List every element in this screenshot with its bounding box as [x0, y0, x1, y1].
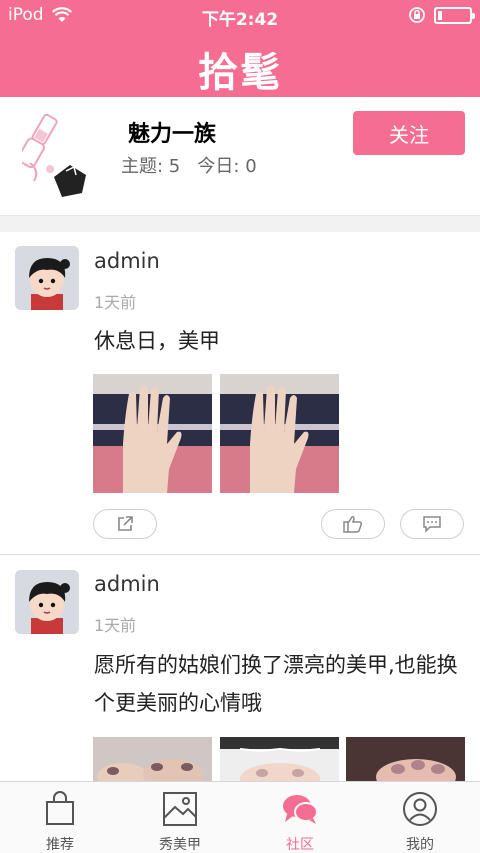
- title-bar: 拾髦: [0, 32, 480, 97]
- board-header: 魅力一族 主题: 5 今日: 0 关注: [0, 97, 480, 215]
- page-title: 拾髦: [198, 50, 282, 96]
- post-card[interactable]: admin 1天前 休息日，美甲: [0, 232, 480, 554]
- follow-button[interactable]: 关注: [353, 111, 465, 155]
- tab-recommend[interactable]: 推荐: [0, 782, 120, 853]
- post-image[interactable]: [220, 374, 339, 493]
- tab-bar: 推荐 秀美甲 社区 我的: [0, 781, 480, 853]
- chat-bubbles-icon: [283, 795, 318, 824]
- avatar[interactable]: [15, 570, 79, 634]
- tab-mine[interactable]: 我的: [360, 782, 480, 853]
- avatar-image: [15, 570, 79, 634]
- avatar-image: [15, 246, 79, 310]
- tab-label: 我的: [406, 837, 434, 853]
- tab-label: 社区: [286, 837, 314, 853]
- nail-polish-icon: [22, 113, 86, 197]
- post-image[interactable]: [220, 737, 339, 785]
- post-text: 愿所有的姑娘们换了漂亮的美甲,也能换个更美丽的心情哦: [94, 653, 458, 715]
- tab-show-nails[interactable]: 秀美甲: [120, 782, 240, 853]
- tab-label: 秀美甲: [159, 837, 201, 853]
- post-image[interactable]: [346, 737, 465, 785]
- comment-button[interactable]: [400, 509, 464, 539]
- post-text: 休息日，美甲: [94, 329, 220, 353]
- status-right: [408, 6, 475, 24]
- post-image[interactable]: [93, 374, 212, 493]
- board-name: 魅力一族: [128, 122, 217, 147]
- battery-icon: [434, 6, 475, 24]
- post-image[interactable]: [93, 737, 212, 785]
- author-name[interactable]: admin: [94, 249, 160, 273]
- post-time: 1天前: [94, 293, 137, 312]
- topics-count: 主题: 5: [121, 156, 181, 177]
- tab-label: 推荐: [46, 837, 74, 853]
- comment-icon: [423, 516, 441, 533]
- status-bar: iPod 下午2:42: [0, 0, 480, 32]
- post-card[interactable]: admin 1天前 愿所有的姑娘们换了漂亮的美甲,也能换个更美丽的心情哦: [0, 555, 480, 785]
- image-icon: [163, 792, 197, 826]
- user-icon: [403, 792, 437, 826]
- section-separator: [0, 215, 480, 232]
- today-count: 今日: 0: [197, 156, 257, 177]
- board-stats: 主题: 5 今日: 0: [121, 152, 257, 178]
- author-name[interactable]: admin: [94, 572, 160, 596]
- thumbs-up-icon: [343, 516, 363, 533]
- avatar[interactable]: [15, 246, 79, 310]
- tab-community[interactable]: 社区: [240, 782, 360, 853]
- post-time: 1天前: [94, 616, 137, 635]
- shopping-bag-icon: [46, 791, 74, 825]
- share-icon: [118, 516, 133, 531]
- share-button[interactable]: [93, 509, 157, 539]
- rotation-lock-icon: [409, 7, 425, 23]
- like-button[interactable]: [321, 509, 385, 539]
